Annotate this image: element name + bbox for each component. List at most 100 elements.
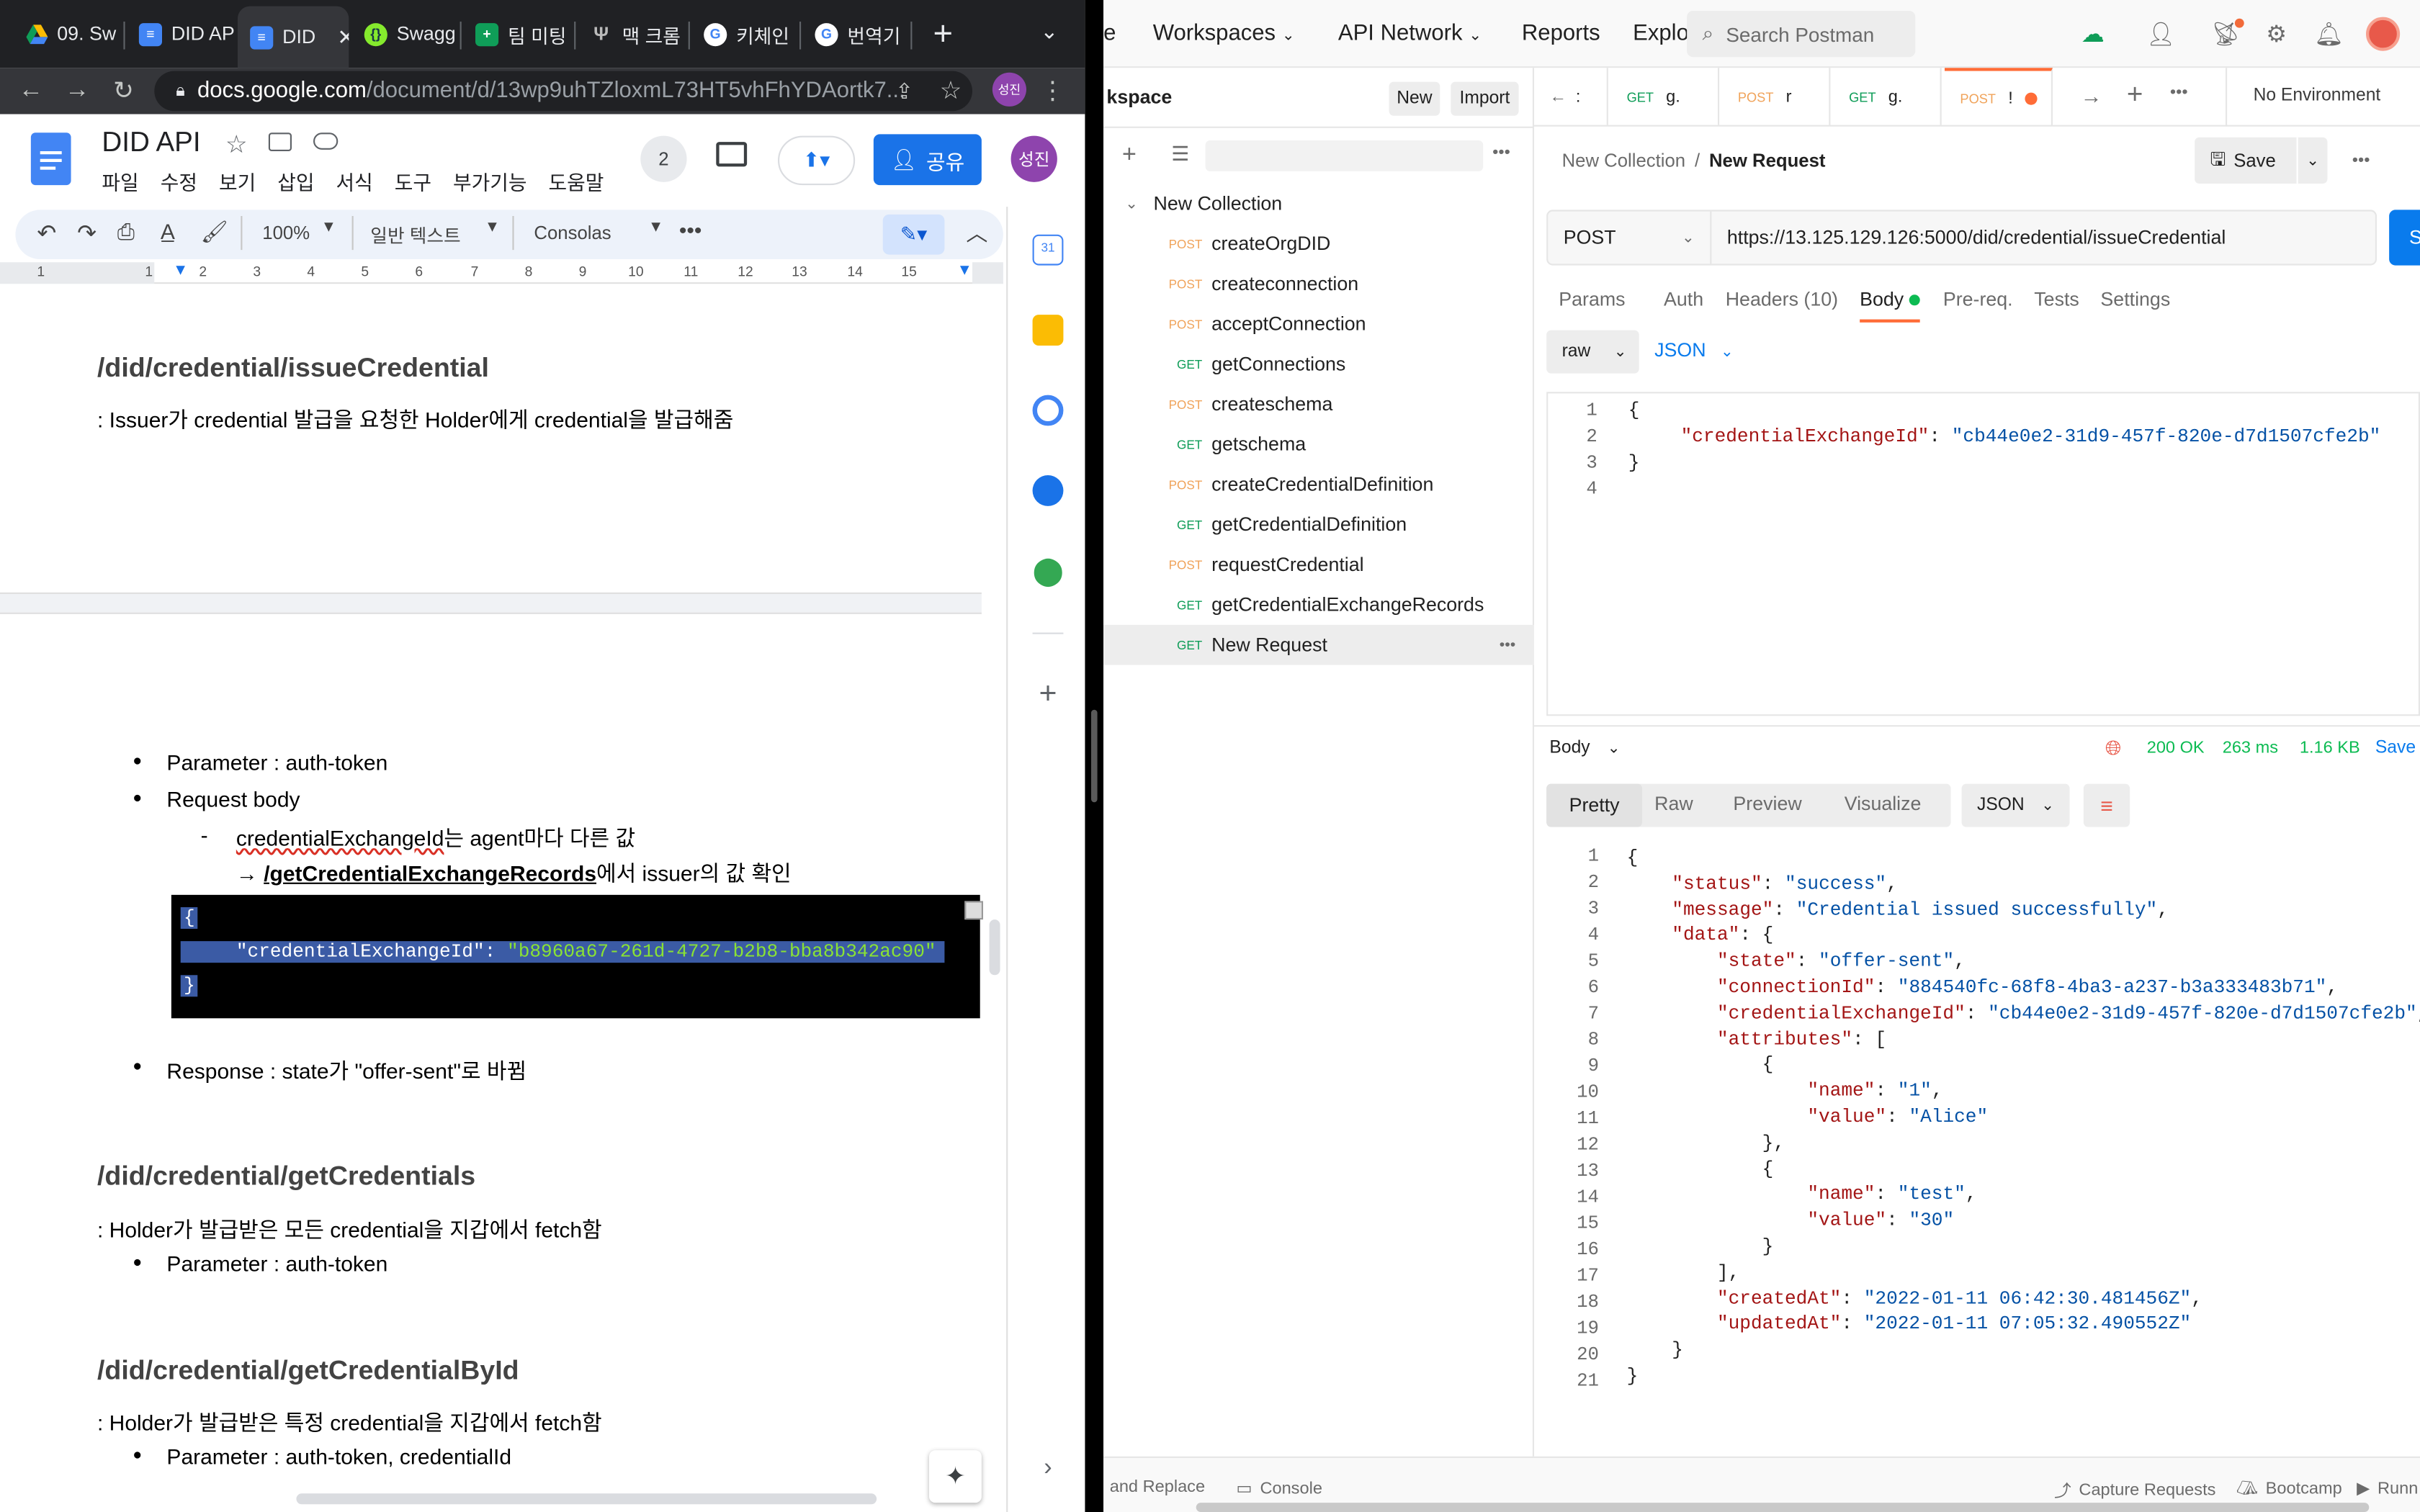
spellcheck-icon[interactable]: A̲ bbox=[161, 219, 175, 243]
breadcrumb-collection[interactable]: New Collection bbox=[1562, 150, 1686, 171]
globe-icon[interactable]: 🌐︎ bbox=[2105, 736, 2121, 760]
bootcamp-button[interactable]: ⛺︎ Bootcamp bbox=[2236, 1478, 2342, 1498]
close-tab-icon[interactable]: ✕ bbox=[337, 24, 349, 50]
user-avatar[interactable] bbox=[2366, 17, 2401, 51]
paint-format-icon[interactable]: 🖌︎ bbox=[201, 219, 228, 245]
menu-insert[interactable]: 삽입 bbox=[277, 166, 314, 196]
profile-avatar[interactable]: 성진 bbox=[992, 72, 1026, 107]
request-body-editor[interactable]: 1 2 3 4 { "credentialExchangeId": "cb44e… bbox=[1546, 392, 2420, 716]
request-tab[interactable]: GET g. bbox=[1834, 68, 1942, 125]
tasks-icon[interactable] bbox=[1032, 395, 1064, 426]
present-button[interactable]: ⬆︎▾ bbox=[778, 135, 856, 186]
split-divider[interactable] bbox=[1085, 0, 1104, 1512]
filter-icon[interactable]: ☰ bbox=[1171, 142, 1189, 166]
expand-panel-icon[interactable]: › bbox=[1033, 1454, 1064, 1485]
search-postman-input[interactable]: ⌕ Search Postman bbox=[1687, 11, 1916, 58]
undo-icon[interactable]: ↶ bbox=[37, 219, 56, 246]
cloud-status-icon[interactable] bbox=[313, 132, 339, 150]
request-tab-active[interactable]: POST! bbox=[1945, 68, 2053, 125]
view-raw[interactable]: Raw bbox=[1654, 793, 1693, 814]
import-button[interactable]: Import bbox=[1451, 81, 1519, 116]
code-block[interactable]: { "credentialExchangeId": "b8960a67-261d… bbox=[171, 894, 983, 1019]
forward-icon[interactable]: → bbox=[58, 68, 95, 114]
editing-mode-button[interactable]: ✎▾ bbox=[882, 214, 945, 255]
browser-tab[interactable]: G 키체인 bbox=[691, 9, 799, 59]
reload-icon[interactable]: ↻ bbox=[105, 68, 142, 114]
body-lang-select[interactable]: JSON ⌄ bbox=[1654, 339, 1734, 361]
breadcrumb-request[interactable]: New Request bbox=[1709, 150, 1825, 171]
more-options-icon[interactable]: ••• bbox=[679, 217, 702, 242]
browser-tab-active[interactable]: ≡ DID ✕ bbox=[238, 6, 349, 68]
response-body-viewer[interactable]: 1 2 3 4 5 6 7 8 9 10 11 12 13 14 15 16 1… bbox=[1534, 840, 2420, 1457]
share-button[interactable]: 👤︎ 공유 bbox=[873, 134, 982, 186]
invite-user-icon[interactable]: 👤︎ bbox=[2142, 15, 2179, 52]
save-button[interactable]: 🖫︎ Save ⌄ bbox=[2195, 137, 2328, 184]
indent-marker-icon[interactable]: ▼ bbox=[173, 262, 188, 279]
address-bar[interactable]: 🔒︎ docs.google.com/document/d/13wp9uhTZl… bbox=[154, 71, 973, 112]
sidebar-request-item[interactable]: POST requestCredential bbox=[1103, 544, 1534, 585]
keep-icon[interactable] bbox=[1032, 315, 1064, 346]
arrow-right-icon[interactable]: → bbox=[2081, 84, 2102, 108]
calendar-icon[interactable]: 31 bbox=[1032, 234, 1064, 266]
capture-requests-button[interactable]: ⤴ Capture Requests bbox=[2054, 1478, 2215, 1503]
tab-auth[interactable]: Auth bbox=[1664, 289, 1703, 310]
settings-gear-icon[interactable]: ⚙ bbox=[2258, 15, 2295, 52]
comments-icon[interactable] bbox=[716, 142, 748, 167]
browser-tab[interactable]: ≡ DID AP bbox=[127, 9, 235, 59]
view-pretty[interactable]: Pretty bbox=[1546, 783, 1642, 827]
menu-tools[interactable]: 도구 bbox=[395, 166, 431, 196]
collection-row[interactable]: ⌄ New Collection bbox=[1103, 184, 1534, 224]
back-icon[interactable]: ← bbox=[12, 68, 49, 114]
request-tab[interactable]: GET g. bbox=[1611, 68, 1720, 125]
nav-home[interactable]: e bbox=[1103, 22, 1116, 46]
environment-select[interactable]: No Environment bbox=[2254, 86, 2381, 105]
nav-reports[interactable]: Reports bbox=[1522, 22, 1600, 46]
tab-prereq[interactable]: Pre-req. bbox=[1943, 289, 2013, 310]
sidebar-request-item[interactable]: POST createCredentialDefinition bbox=[1103, 464, 1534, 505]
tabs-more-icon[interactable]: ••• bbox=[2170, 84, 2188, 102]
response-time[interactable]: 263 ms bbox=[2223, 739, 2278, 757]
new-tab-plus-icon[interactable]: + bbox=[2127, 78, 2143, 111]
menu-view[interactable]: 보기 bbox=[219, 166, 256, 196]
browser-tab[interactable]: 09. Sw bbox=[12, 9, 120, 59]
tab-search-icon[interactable]: ⌄ bbox=[1040, 19, 1058, 45]
response-format-select[interactable]: JSON ⌄ bbox=[1961, 783, 2070, 827]
save-chevron-icon[interactable]: ⌄ bbox=[2296, 137, 2328, 184]
menu-format[interactable]: 서식 bbox=[336, 166, 372, 196]
send-button[interactable]: S bbox=[2389, 210, 2420, 266]
star-icon[interactable]: ☆ bbox=[225, 130, 248, 161]
maps-icon[interactable]: ⬤ bbox=[1033, 555, 1064, 586]
request-tab[interactable]: ←: bbox=[1534, 68, 1608, 125]
print-icon[interactable]: ⎙ bbox=[117, 219, 135, 245]
response-status[interactable]: 200 OK bbox=[2147, 739, 2205, 757]
right-indent-marker-icon[interactable]: ▼ bbox=[957, 262, 972, 279]
save-response-button[interactable]: Save bbox=[2375, 739, 2416, 757]
sync-status-icon[interactable]: ☁︎ bbox=[2074, 15, 2111, 52]
google-docs-logo-icon[interactable] bbox=[30, 132, 71, 186]
runner-button[interactable]: ▶ Runn bbox=[2357, 1478, 2418, 1498]
tab-params[interactable]: Params bbox=[1559, 289, 1625, 310]
new-tab-button[interactable]: + bbox=[926, 14, 960, 52]
item-more-icon[interactable]: ••• bbox=[1500, 636, 1516, 654]
method-select[interactable]: POST ⌄ bbox=[1548, 211, 1712, 264]
menu-file[interactable]: 파일 bbox=[102, 166, 138, 196]
nav-workspaces[interactable]: Workspaces ⌄ bbox=[1153, 22, 1295, 46]
view-visualize[interactable]: Visualize bbox=[1845, 793, 1922, 814]
redo-icon[interactable]: ↷ bbox=[77, 219, 97, 246]
find-replace-button[interactable]: and Replace bbox=[1110, 1478, 1205, 1497]
browser-tab[interactable]: + 팀 미팅 bbox=[463, 9, 571, 59]
collapse-menu-icon[interactable]: ︿ bbox=[966, 217, 987, 248]
body-type-select[interactable]: raw ⌄ bbox=[1546, 330, 1639, 374]
response-size[interactable]: 1.16 KB bbox=[2300, 739, 2360, 757]
nav-explore[interactable]: Explo bbox=[1633, 22, 1689, 46]
sidebar-more-icon[interactable]: ••• bbox=[1492, 143, 1510, 162]
wrap-lines-icon[interactable]: ≡ bbox=[2083, 783, 2130, 827]
menu-help[interactable]: 도움말 bbox=[549, 166, 604, 196]
code-block-menu-icon[interactable] bbox=[964, 901, 983, 920]
browser-tab[interactable]: {} Swagg bbox=[352, 9, 460, 59]
move-folder-icon[interactable] bbox=[268, 132, 292, 151]
console-button[interactable]: ▭ Console bbox=[1236, 1478, 1322, 1498]
add-addon-icon[interactable]: + bbox=[1033, 679, 1064, 710]
user-avatar[interactable]: 성진 bbox=[1010, 135, 1057, 182]
horizontal-scrollbar[interactable] bbox=[296, 1493, 877, 1505]
